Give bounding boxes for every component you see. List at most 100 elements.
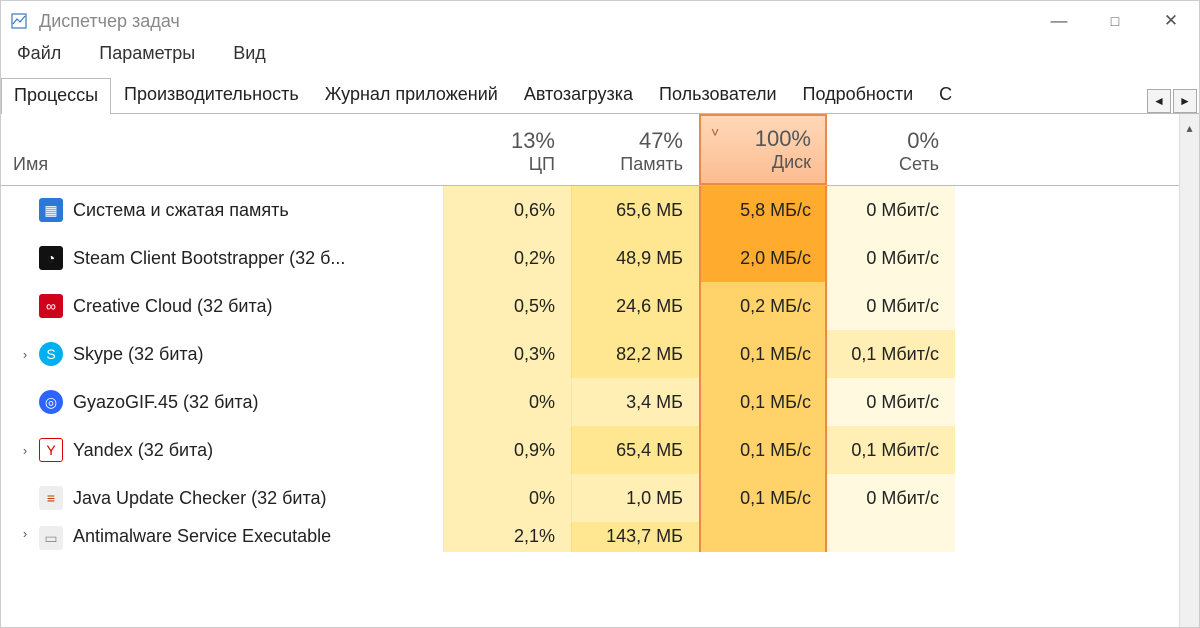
process-name-label: Creative Cloud (32 бита) — [73, 296, 273, 317]
cell-memory: 1,0 МБ — [571, 474, 699, 522]
process-name-label: Система и сжатая память — [73, 200, 289, 221]
cell-cpu: 0,5% — [443, 282, 571, 330]
menu-params[interactable]: Параметры — [95, 41, 199, 66]
cell-cpu: 0% — [443, 474, 571, 522]
cell-network — [827, 522, 955, 552]
process-name-label: Skype (32 бита) — [73, 344, 203, 365]
cell-memory: 48,9 МБ — [571, 234, 699, 282]
adobe-cc-icon: ∞ — [39, 294, 63, 318]
cell-cpu: 0,9% — [443, 426, 571, 474]
tab-scroll-right[interactable]: ► — [1173, 89, 1197, 113]
tab-processes[interactable]: Процессы — [1, 78, 111, 114]
java-icon: ≡ — [39, 486, 63, 510]
cell-cpu: 2,1% — [443, 522, 571, 552]
cell-memory: 3,4 МБ — [571, 378, 699, 426]
expand-icon[interactable]: › — [15, 526, 35, 541]
col-name[interactable]: Имя — [1, 114, 443, 185]
cell-process-name: ›∞Creative Cloud (32 бита) — [1, 282, 443, 330]
cell-memory: 24,6 МБ — [571, 282, 699, 330]
cell-disk: 0,1 МБ/с — [699, 378, 827, 426]
cell-disk: 2,0 МБ/с — [699, 234, 827, 282]
titlebar[interactable]: Диспетчер задач — □ ✕ — [1, 1, 1199, 41]
yandex-icon: Y — [39, 438, 63, 462]
cell-network: 0,1 Мбит/с — [827, 426, 955, 474]
cell-disk: 0,2 МБ/с — [699, 282, 827, 330]
process-name-label: Antimalware Service Executable — [73, 526, 331, 547]
col-disk[interactable]: ˅ 100% Диск — [699, 114, 827, 185]
tab-users[interactable]: Пользователи — [646, 77, 789, 113]
cell-memory: 65,6 МБ — [571, 186, 699, 234]
process-name-label: Yandex (32 бита) — [73, 440, 213, 461]
tab-scroll-left[interactable]: ◄ — [1147, 89, 1171, 113]
table-row[interactable]: › ▭ Antimalware Service Executable 2,1%143,… — [1, 522, 1179, 552]
cell-memory: 82,2 МБ — [571, 330, 699, 378]
cell-process-name: ›≡Java Update Checker (32 бита) — [1, 474, 443, 522]
cell-network: 0 Мбит/с — [827, 186, 955, 234]
cell-disk: 0,1 МБ/с — [699, 474, 827, 522]
tab-strip: Процессы Производительность Журнал прило… — [1, 74, 1199, 114]
vertical-scrollbar[interactable]: ▴ — [1179, 114, 1199, 627]
table-row[interactable]: ›▦Система и сжатая память0,6%65,6 МБ5,8 … — [1, 186, 1179, 234]
table-row[interactable]: ›◔Steam Client Bootstrapper (32 б...0,2%… — [1, 234, 1179, 282]
cell-process-name: ›◔Steam Client Bootstrapper (32 б... — [1, 234, 443, 282]
cell-cpu: 0,3% — [443, 330, 571, 378]
generic-icon: ▭ — [39, 526, 63, 550]
close-button[interactable]: ✕ — [1143, 1, 1199, 41]
cell-disk: 0,1 МБ/с — [699, 426, 827, 474]
process-rows: › ▦ Система и сжатая память 0,6%65,6 МБ5,8 … — [1, 186, 1179, 552]
memory-icon: ▦ — [39, 198, 63, 222]
cell-network: 0,1 Мбит/с — [827, 330, 955, 378]
cell-disk — [699, 522, 827, 552]
tab-startup[interactable]: Автозагрузка — [511, 77, 646, 113]
process-name-label: Steam Client Bootstrapper (32 б... — [73, 248, 345, 269]
col-network[interactable]: 0% Сеть — [827, 114, 955, 185]
scroll-up-icon[interactable]: ▴ — [1181, 118, 1199, 138]
tab-app-history[interactable]: Журнал приложений — [312, 77, 511, 113]
tab-services-cut[interactable]: С — [926, 77, 957, 113]
skype-icon: S — [39, 342, 63, 366]
cell-disk: 5,8 МБ/с — [699, 186, 827, 234]
minimize-button[interactable]: — — [1031, 1, 1087, 41]
tab-performance[interactable]: Производительность — [111, 77, 312, 113]
cell-disk: 0,1 МБ/с — [699, 330, 827, 378]
window-title: Диспетчер задач — [39, 11, 1031, 32]
column-header: Имя 13% ЦП 47% Память ˅ 100% Диск 0% Сет… — [1, 114, 1179, 186]
maximize-button[interactable]: □ — [1087, 1, 1143, 41]
cell-process-name: › S Skype (32 бита) — [1, 330, 443, 378]
cell-process-name: › Y Yandex (32 бита) — [1, 426, 443, 474]
menubar: Файл Параметры Вид — [1, 41, 1199, 74]
app-icon — [9, 11, 29, 31]
tab-scroll: ◄ ► — [1145, 89, 1199, 113]
task-manager-window: Диспетчер задач — □ ✕ Файл Параметры Вид… — [0, 0, 1200, 628]
gyazo-icon: ◎ — [39, 390, 63, 414]
steam-icon: ◔ — [39, 246, 63, 270]
cell-memory: 65,4 МБ — [571, 426, 699, 474]
expand-icon[interactable]: › — [15, 347, 35, 362]
cell-network: 0 Мбит/с — [827, 378, 955, 426]
cell-cpu: 0,6% — [443, 186, 571, 234]
menu-file[interactable]: Файл — [13, 41, 65, 66]
cell-network: 0 Мбит/с — [827, 474, 955, 522]
cell-process-name: › ▭ Antimalware Service Executable — [1, 522, 443, 552]
cell-network: 0 Мбит/с — [827, 282, 955, 330]
process-name-label: GyazoGIF.45 (32 бита) — [73, 392, 258, 413]
cell-memory: 143,7 МБ — [571, 522, 699, 552]
menu-view[interactable]: Вид — [229, 41, 270, 66]
table-row[interactable]: ›≡Java Update Checker (32 бита)0%1,0 МБ0… — [1, 474, 1179, 522]
table-row[interactable]: ›◎GyazoGIF.45 (32 бита)0%3,4 МБ0,1 МБ/с0… — [1, 378, 1179, 426]
cell-process-name: ›◎GyazoGIF.45 (32 бита) — [1, 378, 443, 426]
tab-details[interactable]: Подробности — [790, 77, 927, 113]
col-cpu[interactable]: 13% ЦП — [443, 114, 571, 185]
cell-process-name: ›▦Система и сжатая память — [1, 186, 443, 234]
cell-cpu: 0,2% — [443, 234, 571, 282]
process-table: Имя 13% ЦП 47% Память ˅ 100% Диск 0% Сет… — [1, 114, 1179, 627]
table-row[interactable]: ›∞Creative Cloud (32 бита)0,5%24,6 МБ0,2… — [1, 282, 1179, 330]
process-name-label: Java Update Checker (32 бита) — [73, 488, 327, 509]
sort-desc-icon: ˅ — [711, 124, 719, 140]
cell-cpu: 0% — [443, 378, 571, 426]
table-row[interactable]: › Y Yandex (32 бита) 0,9%65,4 МБ0,1 МБ/с0,1… — [1, 426, 1179, 474]
expand-icon[interactable]: › — [15, 443, 35, 458]
table-row[interactable]: › S Skype (32 бита) 0,3%82,2 МБ0,1 МБ/с0,1 … — [1, 330, 1179, 378]
cell-network: 0 Мбит/с — [827, 234, 955, 282]
col-memory[interactable]: 47% Память — [571, 114, 699, 185]
